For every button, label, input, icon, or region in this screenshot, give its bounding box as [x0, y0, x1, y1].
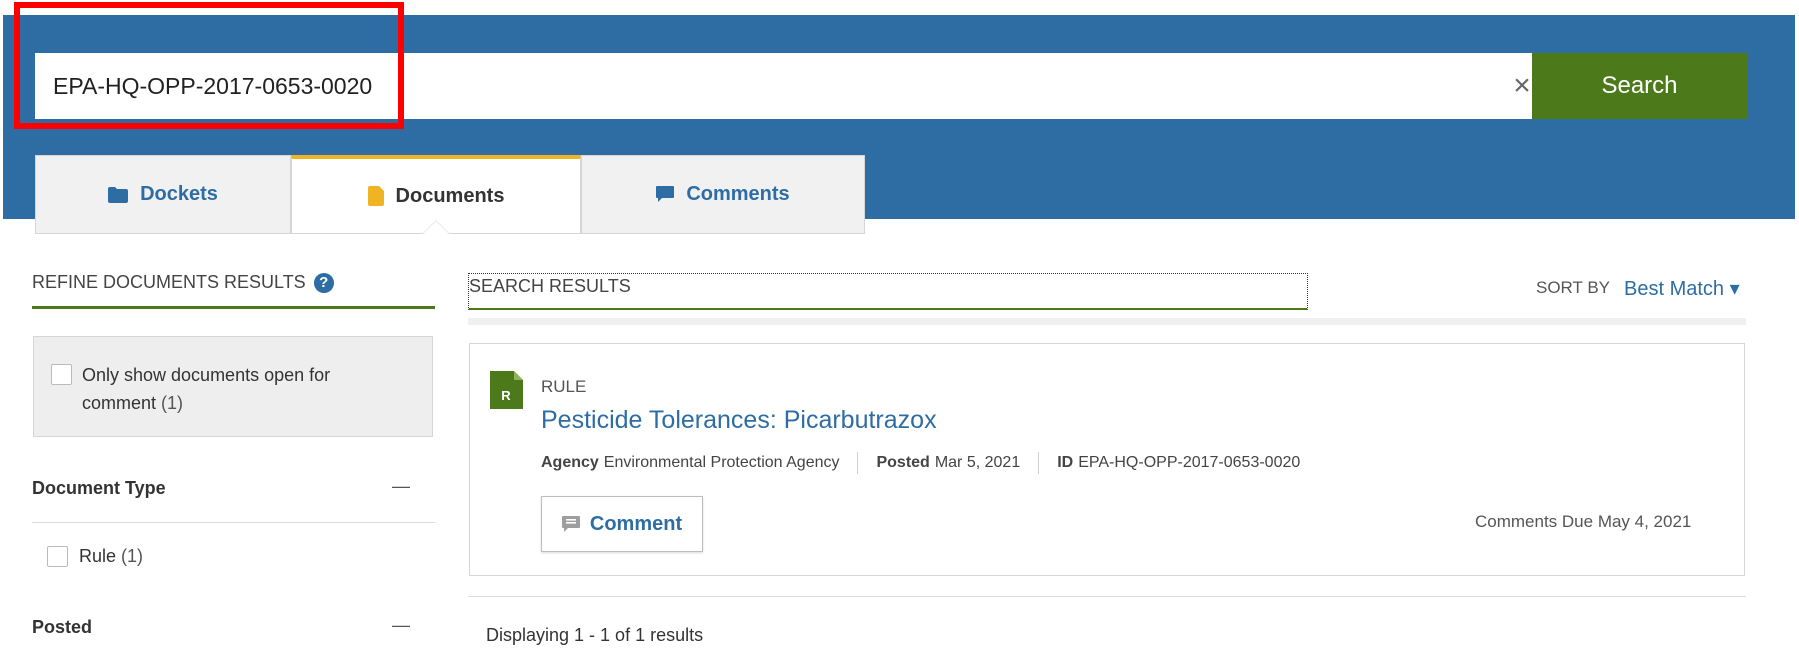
open-for-comment-filter: Only show documents open for comment (1): [33, 336, 433, 437]
comment-button-label: Comment: [589, 512, 683, 535]
tab-label: Documents: [395, 184, 505, 207]
posted-facet-title: Posted: [32, 617, 93, 637]
comments-due-date: Comments Due May 4, 2021: [1475, 512, 1692, 531]
refine-title-underline: [32, 306, 435, 309]
tab-dockets[interactable]: Dockets: [35, 155, 291, 234]
results-count: Displaying 1 - 1 of 1 results: [486, 625, 704, 645]
comment-button[interactable]: Comment: [541, 496, 703, 552]
posted-collapse-button[interactable]: —: [392, 615, 410, 636]
comment-icon: [656, 186, 675, 202]
document-icon: [367, 186, 384, 206]
document-type-facet-title: Document Type: [32, 478, 166, 498]
sort-dropdown[interactable]: Best Match ▾: [1624, 276, 1740, 301]
agency-value: Environmental Protection Agency: [603, 454, 840, 471]
document-title-link[interactable]: Pesticide Tolerances: Picarbutrazox: [541, 406, 937, 435]
rule-filter-label: Rule (1): [79, 546, 143, 567]
tab-comments[interactable]: Comments: [581, 155, 865, 234]
document-type-collapse-button[interactable]: —: [392, 476, 410, 497]
rule-filter-text: Rule: [79, 546, 117, 566]
help-icon[interactable]: ?: [313, 272, 334, 293]
tab-label: Dockets: [140, 183, 218, 205]
document-metadata: Agency Environmental Protection Agency P…: [541, 452, 1300, 474]
search-results-heading-text: SEARCH RESULTS: [469, 276, 631, 296]
document-id-value: EPA-HQ-OPP-2017-0653-0020: [1078, 454, 1301, 471]
folder-icon: [108, 186, 129, 203]
open-for-comment-checkbox[interactable]: [51, 364, 72, 385]
open-for-comment-label: Only show documents open for comment (1): [82, 361, 402, 417]
refine-title-text: REFINE DOCUMENTS RESULTS: [32, 272, 306, 292]
refine-results-title: REFINE DOCUMENTS RESULTS ?: [32, 272, 334, 293]
search-input[interactable]: [35, 53, 1455, 119]
results-bottom-divider: [468, 596, 1746, 597]
search-header: × Search Dockets Documents Comments: [3, 15, 1795, 234]
svg-text:R: R: [501, 388, 511, 403]
search-button[interactable]: Search: [1532, 53, 1747, 119]
results-separator: [468, 318, 1746, 325]
agency-label: Agency: [541, 454, 599, 471]
posted-label: Posted: [876, 454, 930, 471]
metadata-separator: [1038, 452, 1040, 474]
comment-icon: [561, 516, 580, 532]
metadata-separator: [857, 452, 859, 474]
tab-label: Comments: [686, 183, 790, 205]
rule-document-icon: R: [490, 371, 523, 409]
search-results-heading: SEARCH RESULTS: [468, 273, 1308, 310]
tab-documents[interactable]: Documents: [291, 155, 581, 234]
document-type-label: RULE: [541, 377, 587, 396]
sort-by-label: SORT BY: [1536, 278, 1611, 297]
rule-filter-checkbox[interactable]: [47, 546, 68, 567]
result-card: R RULE Pesticide Tolerances: Picarbutraz…: [469, 343, 1745, 576]
posted-value: Mar 5, 2021: [934, 454, 1021, 471]
active-tab-caret: [422, 220, 450, 234]
open-for-comment-count: (1): [161, 393, 184, 413]
open-for-comment-text: Only show documents open for comment: [82, 365, 331, 413]
search-box: ×: [35, 53, 1532, 119]
result-type-tabs: Dockets Documents Comments: [35, 155, 865, 234]
rule-filter-count: (1): [121, 546, 144, 566]
id-label: ID: [1057, 454, 1074, 471]
facet-divider: [32, 522, 435, 523]
